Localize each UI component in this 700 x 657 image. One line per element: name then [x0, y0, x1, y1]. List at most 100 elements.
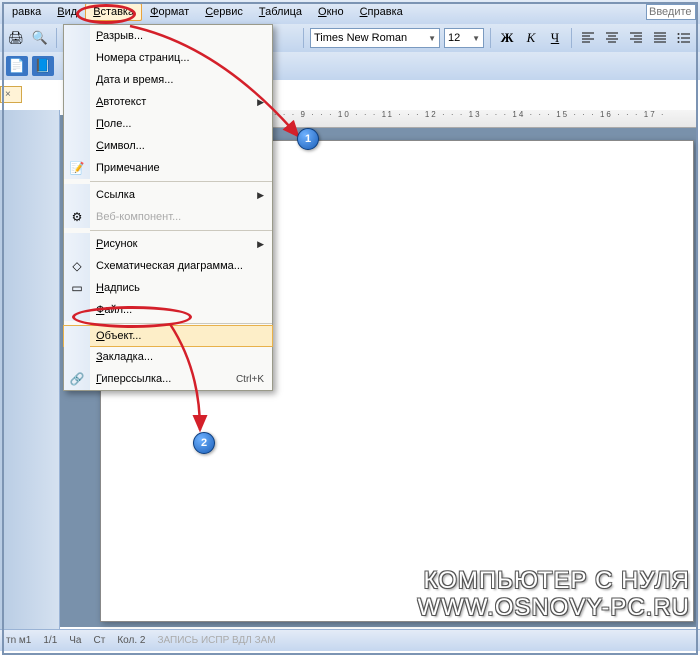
- status-pos: Чa: [69, 635, 81, 646]
- menu-вид[interactable]: Вид: [49, 3, 85, 21]
- menu-item-icon: [64, 184, 90, 206]
- menu-item-icon: [64, 25, 90, 47]
- menu-item-icon: [64, 91, 90, 113]
- align-left-button[interactable]: [578, 28, 598, 48]
- menu-item-label: Рисунок: [96, 238, 257, 250]
- font-size-select[interactable]: 12 ▼: [444, 28, 484, 48]
- separator: [571, 28, 572, 48]
- menu-item-label: Поле...: [96, 118, 264, 130]
- submenu-arrow-icon: ▶: [257, 97, 264, 108]
- font-name-select[interactable]: Times New Roman ▼: [310, 28, 440, 48]
- doc-icon[interactable]: 📄: [6, 56, 28, 76]
- menu-item-label: Надпись: [96, 282, 264, 294]
- separator: [490, 28, 491, 48]
- status-pages: 1/1: [43, 635, 57, 646]
- submenu-arrow-icon: ▶: [257, 239, 264, 250]
- align-justify-button[interactable]: [650, 28, 670, 48]
- menu-item[interactable]: Ссылка▶: [64, 184, 272, 206]
- callout-badge-2: 2: [193, 432, 215, 454]
- callout-badge-1: 1: [297, 128, 319, 150]
- menu-item-icon: ▭: [64, 277, 90, 299]
- menu-равка[interactable]: равка: [4, 3, 49, 21]
- menu-item-icon: [64, 346, 90, 368]
- menu-item-label: Гиперссылка...: [96, 373, 228, 385]
- side-tab[interactable]: ×: [0, 86, 22, 103]
- menu-item[interactable]: Автотекст▶: [64, 91, 272, 113]
- menu-item[interactable]: Объект...: [63, 325, 273, 347]
- menu-item-label: Веб-компонент...: [96, 211, 264, 223]
- menu-item-icon: [64, 233, 90, 255]
- menu-item: ⚙ Веб-компонент...: [64, 206, 272, 228]
- menu-separator: [90, 323, 272, 324]
- status-bar: тn м1 1/1 Чa Ст Кол. 2 ЗАПИСЬ ИСПР ВДЛ З…: [0, 629, 700, 651]
- menu-item[interactable]: Номера страниц...: [64, 47, 272, 69]
- menu-item[interactable]: ◇ Схематическая диаграмма...: [64, 255, 272, 277]
- align-right-button[interactable]: [626, 28, 646, 48]
- menu-сервис[interactable]: Сервис: [197, 3, 251, 21]
- menubar: равкаВидВставкаФорматСервисТаблицаОкноСп…: [0, 0, 700, 24]
- bold-button[interactable]: Ж: [497, 28, 517, 48]
- menu-item[interactable]: Закладка...: [64, 346, 272, 368]
- menu-формат[interactable]: Формат: [142, 3, 197, 21]
- menu-item[interactable]: ▭ Надпись: [64, 277, 272, 299]
- insert-menu-dropdown: Разрыв... Номера страниц... Дата и время..…: [63, 24, 273, 391]
- status-page: тn м1: [6, 635, 31, 646]
- menu-item[interactable]: Файл...: [64, 299, 272, 321]
- separator: [56, 28, 57, 48]
- menu-item[interactable]: Рисунок▶: [64, 233, 272, 255]
- underline-button[interactable]: Ч: [545, 28, 565, 48]
- preview-icon[interactable]: 🔍: [30, 28, 50, 48]
- menu-item[interactable]: 🔗 Гиперссылка... Ctrl+K: [64, 368, 272, 390]
- menu-item-icon: [64, 135, 90, 157]
- help-search-input[interactable]: [646, 4, 696, 20]
- close-icon[interactable]: ×: [5, 89, 11, 100]
- menu-item-icon: [64, 299, 90, 321]
- menu-окно[interactable]: Окно: [310, 3, 352, 21]
- font-name-value: Times New Roman: [314, 32, 407, 44]
- menu-item-label: Ссылка: [96, 189, 257, 201]
- menu-item[interactable]: Поле...: [64, 113, 272, 135]
- doc2-icon[interactable]: 📘: [32, 56, 54, 76]
- menu-item-icon: 🔗: [64, 368, 90, 390]
- menu-item-shortcut: Ctrl+K: [236, 374, 264, 385]
- menu-separator: [90, 181, 272, 182]
- menu-item[interactable]: Разрыв...: [64, 25, 272, 47]
- status-modes: ЗАПИСЬ ИСПР ВДЛ ЗАМ: [157, 635, 275, 646]
- menu-item-icon: ◇: [64, 255, 90, 277]
- menu-справка[interactable]: Справка: [352, 3, 411, 21]
- menu-item-label: Схематическая диаграмма...: [96, 260, 264, 272]
- menu-item-label: Дата и время...: [96, 74, 264, 86]
- menu-item-label: Разрыв...: [96, 30, 264, 42]
- separator: [303, 28, 304, 48]
- font-size-value: 12: [448, 32, 460, 44]
- menu-item-icon: [64, 47, 90, 69]
- submenu-arrow-icon: ▶: [257, 190, 264, 201]
- status-line: Ст: [94, 635, 106, 646]
- left-gutter: [0, 110, 60, 640]
- menu-item-icon: [64, 69, 90, 91]
- menu-item-icon: [64, 113, 90, 135]
- menu-item-label: Закладка...: [96, 351, 264, 363]
- menu-item-label: Объект...: [96, 330, 264, 342]
- menu-item-label: Примечание: [96, 162, 264, 174]
- chevron-down-icon: ▼: [472, 34, 480, 43]
- align-center-button[interactable]: [602, 28, 622, 48]
- menu-item[interactable]: Дата и время...: [64, 69, 272, 91]
- menu-item-icon: ⚙: [64, 206, 90, 228]
- menu-item-label: Файл...: [96, 304, 264, 316]
- menu-item-label: Символ...: [96, 140, 264, 152]
- italic-button[interactable]: К: [521, 28, 541, 48]
- chevron-down-icon: ▼: [428, 34, 436, 43]
- list-button[interactable]: [674, 28, 694, 48]
- status-col: Кол. 2: [117, 635, 145, 646]
- menu-item-icon: 📝: [64, 157, 90, 179]
- print-icon[interactable]: 🖨: [6, 28, 26, 48]
- menu-item[interactable]: Символ...: [64, 135, 272, 157]
- menu-таблица[interactable]: Таблица: [251, 3, 310, 21]
- menu-item-label: Автотекст: [96, 96, 257, 108]
- menu-separator: [90, 230, 272, 231]
- menu-вставка[interactable]: Вставка: [85, 3, 142, 21]
- menu-item[interactable]: 📝 Примечание: [64, 157, 272, 179]
- menu-item-icon: [64, 326, 90, 346]
- menu-item-label: Номера страниц...: [96, 52, 264, 64]
